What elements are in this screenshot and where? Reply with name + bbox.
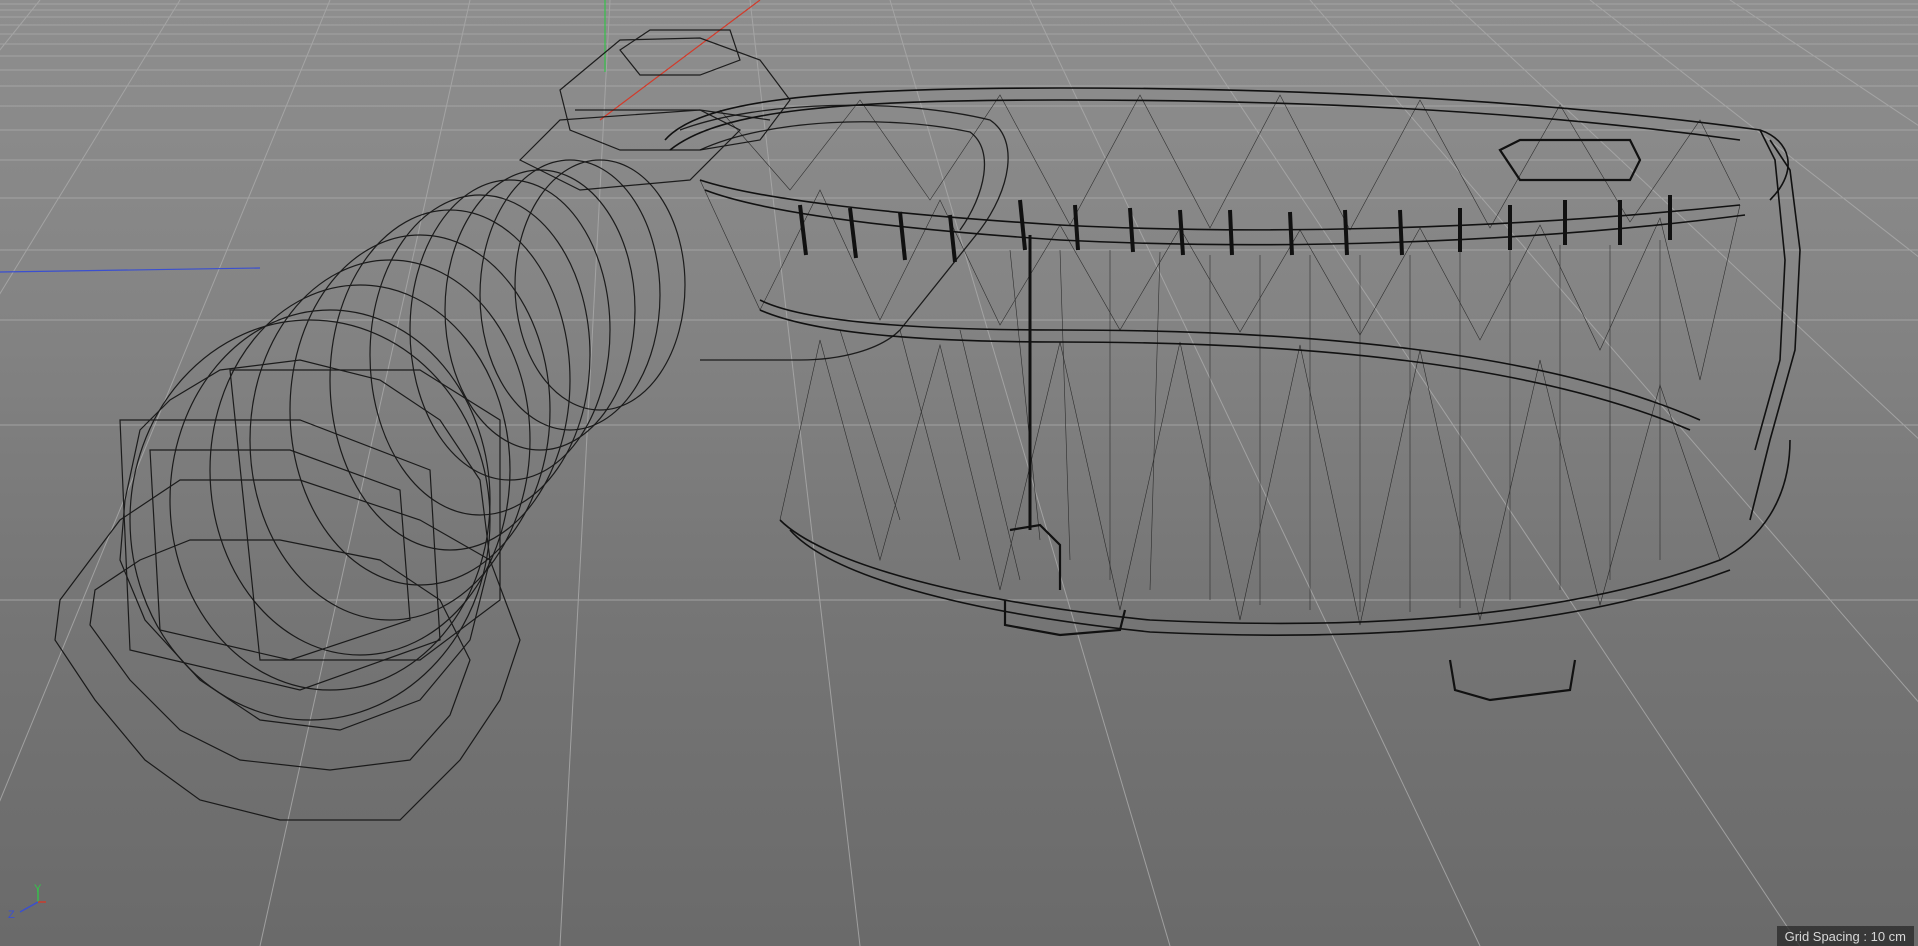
lens-barrel: [54, 159, 686, 821]
band-body: [664, 87, 1801, 636]
3d-viewport[interactable]: Y Z Grid Spacing : 10 cm: [0, 0, 1918, 946]
viewport-canvas[interactable]: Y Z: [0, 0, 1918, 946]
axis-x-line: [599, 0, 761, 121]
gizmo-z-label: Z: [8, 909, 15, 921]
top-mount: [518, 29, 791, 191]
world-axes: [0, 0, 761, 273]
axis-gizmo: [19, 888, 46, 913]
gizmo-y-label: Y: [34, 883, 42, 895]
axis-z-line: [0, 267, 261, 273]
grid-spacing-readout: Grid Spacing : 10 cm: [1776, 926, 1914, 946]
mesh-triangles: [699, 94, 1741, 626]
